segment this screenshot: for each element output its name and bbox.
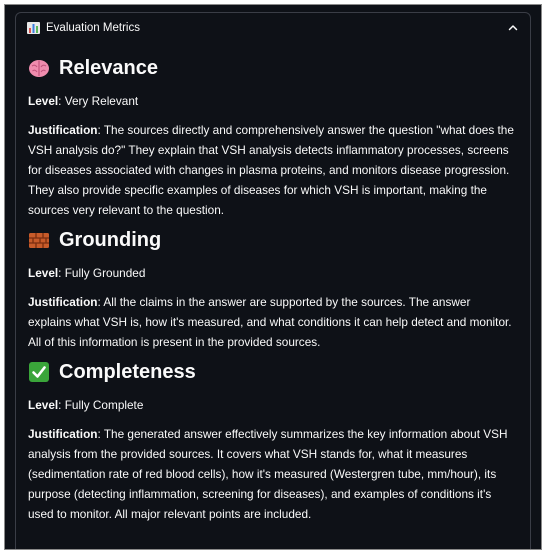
completeness-justification: Justification: The generated answer effe…	[28, 424, 516, 524]
level-label: Level	[28, 266, 59, 280]
brain-icon	[28, 57, 50, 79]
justification-label: Justification	[28, 427, 98, 441]
completeness-level: Level: Fully Complete	[28, 395, 516, 415]
justification-text: : The generated answer effectively summa…	[28, 427, 508, 521]
chevron-up-icon[interactable]	[506, 21, 520, 35]
level-label: Level	[28, 94, 59, 108]
grounding-justification: Justification: All the claims in the ans…	[28, 292, 516, 352]
grounding-level: Level: Fully Grounded	[28, 263, 516, 283]
justification-text: : All the claims in the answer are suppo…	[28, 295, 512, 349]
relevance-justification: Justification: The sources directly and …	[28, 120, 516, 220]
level-value: : Very Relevant	[58, 94, 139, 108]
grounding-section: Grounding Level: Fully Grounded Justific…	[28, 225, 516, 352]
relevance-heading: Relevance	[28, 53, 516, 83]
screenshot-frame: Evaluation Metrics Relevance Level: Very…	[4, 4, 542, 550]
grounding-title: Grounding	[59, 228, 162, 251]
level-label: Level	[28, 398, 59, 412]
level-value: : Fully Complete	[58, 398, 144, 412]
bricks-icon	[28, 229, 50, 251]
check-mark-icon	[28, 361, 50, 383]
expander-header[interactable]: Evaluation Metrics	[16, 13, 530, 43]
bar-chart-icon	[27, 22, 40, 34]
expander-content: Relevance Level: Very Relevant Justifica…	[16, 43, 530, 524]
relevance-title: Relevance	[59, 56, 158, 79]
expander-title: Evaluation Metrics	[46, 22, 140, 34]
level-value: : Fully Grounded	[58, 266, 146, 280]
relevance-section: Relevance Level: Very Relevant Justifica…	[28, 53, 516, 220]
completeness-heading: Completeness	[28, 357, 516, 387]
justification-label: Justification	[28, 123, 98, 137]
relevance-level: Level: Very Relevant	[28, 91, 516, 111]
grounding-heading: Grounding	[28, 225, 516, 255]
completeness-section: Completeness Level: Fully Complete Justi…	[28, 357, 516, 524]
justification-text: : The sources directly and comprehensive…	[28, 123, 514, 217]
evaluation-metrics-expander: Evaluation Metrics Relevance Level: Very…	[15, 12, 531, 549]
completeness-title: Completeness	[59, 360, 196, 383]
justification-label: Justification	[28, 295, 98, 309]
